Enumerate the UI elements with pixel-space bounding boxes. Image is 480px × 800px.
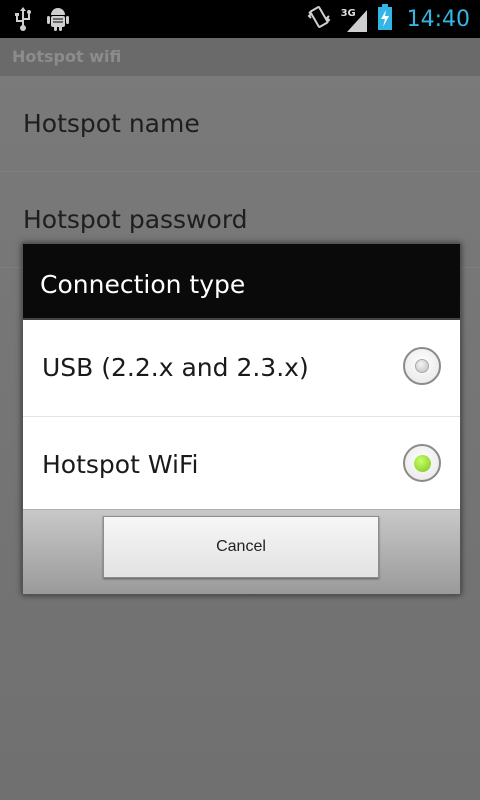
radio-selected-indicator [413,454,431,472]
app-title-bar: Hotspot wifi [0,38,480,76]
clock: 14:40 [406,6,470,32]
vibrate-icon [307,4,331,34]
connection-type-dialog: Connection type USB (2.2.x and 2.3.x) Ho… [22,243,461,595]
notification-icons [14,6,70,36]
radio-hotspot-wifi[interactable] [403,444,441,482]
signal-icon: 3G [339,4,369,34]
option-usb[interactable]: USB (2.2.x and 2.3.x) [23,320,460,417]
radio-unselected-indicator [415,359,429,373]
option-usb-label: USB (2.2.x and 2.3.x) [42,353,309,382]
status-bar: 3G 14:40 [0,0,480,38]
cancel-button[interactable]: Cancel [103,516,379,578]
battery-charging-icon [377,3,393,35]
dialog-title: Connection type [23,244,460,320]
option-hotspot-wifi[interactable]: Hotspot WiFi [23,417,460,514]
system-icons: 3G 14:40 [307,0,470,38]
radio-usb[interactable] [403,347,441,385]
option-hotspot-wifi-label: Hotspot WiFi [42,450,199,479]
pref-hotspot-name[interactable]: Hotspot name [0,76,480,172]
usb-icon [14,7,32,35]
dialog-button-bar: Cancel [23,509,460,594]
android-debug-icon [46,6,70,36]
